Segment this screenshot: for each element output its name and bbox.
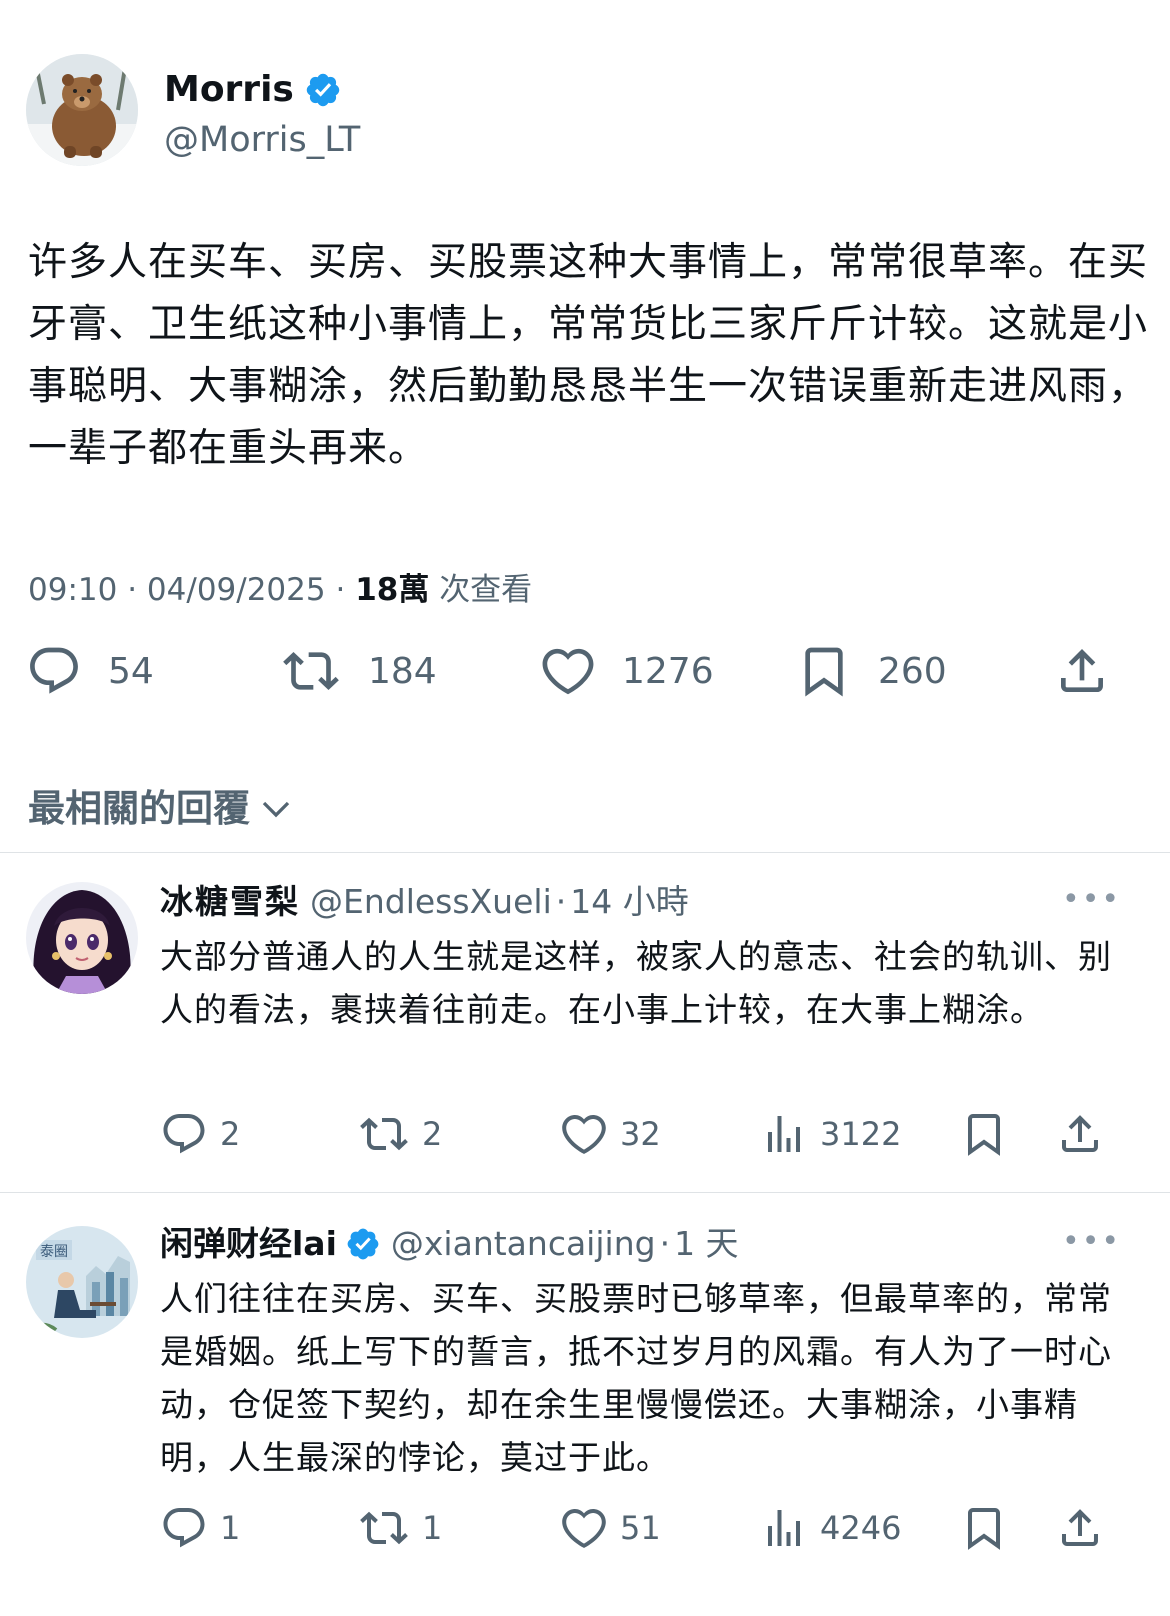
bookmark-icon — [796, 643, 852, 699]
reply-author-name[interactable]: 闲弹财经lai — [160, 1222, 337, 1266]
reply-text: 大部分普通人的人生就是这样，被家人的意志、社会的轨训、别人的看法，裹挟着往前走。… — [160, 937, 1112, 1029]
reply-count: 54 — [108, 650, 154, 692]
reply-avatar[interactable]: 泰圈 — [26, 1226, 138, 1338]
divider — [0, 1192, 1170, 1193]
like-button[interactable]: 1276 — [540, 643, 714, 699]
share-icon — [1054, 643, 1110, 699]
reply-icon — [160, 1110, 208, 1158]
reply-icon — [160, 1504, 208, 1552]
reply-reply-button[interactable]: 1 — [160, 1504, 240, 1552]
bookmark-count: 260 — [878, 650, 947, 692]
retweet-icon — [280, 643, 342, 699]
reply-header: 冰糖雪梨 @EndlessXueli · 14 小時 — [160, 880, 689, 924]
divider — [0, 852, 1170, 853]
retweet-count: 2 — [422, 1115, 443, 1153]
like-count: 1276 — [622, 650, 714, 692]
separator-dot: · — [659, 1224, 671, 1263]
verified-badge-icon — [345, 1226, 381, 1262]
views-count: 18萬 — [355, 572, 430, 608]
views-icon — [760, 1110, 808, 1158]
reply-bookmark-button[interactable] — [960, 1110, 1008, 1158]
more-icon[interactable]: ••• — [1062, 882, 1121, 917]
more-icon[interactable]: ••• — [1062, 1224, 1121, 1259]
retweet-count: 1 — [422, 1509, 443, 1547]
svg-text:泰圈: 泰圈 — [40, 1244, 68, 1260]
reply-icon — [26, 643, 82, 699]
tweet-meta: 09:10 · 04/09/2025 · 18萬 次查看 — [28, 572, 533, 608]
reply-sort-label: 最相關的回覆 — [28, 787, 250, 830]
views-icon — [760, 1504, 808, 1552]
reply-bookmark-button[interactable] — [960, 1504, 1008, 1552]
share-icon — [1056, 1110, 1104, 1158]
views-label: 次查看 — [439, 572, 533, 608]
reply-share-button[interactable] — [1056, 1504, 1104, 1552]
reply-retweet-button[interactable]: 1 — [358, 1504, 442, 1552]
reply-header: 闲弹财经lai @xiantancaijing · 1 天 — [160, 1222, 739, 1266]
reply-views-button[interactable]: 4246 — [760, 1504, 901, 1552]
author-handle[interactable]: @Morris_LT — [164, 116, 360, 164]
bookmark-icon — [960, 1110, 1008, 1158]
reply-like-button[interactable]: 32 — [560, 1110, 661, 1158]
views-count: 4246 — [820, 1509, 902, 1547]
chevron-down-icon — [262, 801, 290, 818]
reply-share-button[interactable] — [1056, 1110, 1104, 1158]
reply-reply-button[interactable]: 2 — [160, 1110, 240, 1158]
bookmark-icon — [960, 1504, 1008, 1552]
retweet-icon — [358, 1110, 410, 1158]
retweet-icon — [358, 1504, 410, 1552]
verified-badge-icon — [304, 71, 342, 109]
retweet-count: 184 — [368, 650, 437, 692]
reply-views-button[interactable]: 3122 — [760, 1110, 901, 1158]
reply-author-name[interactable]: 冰糖雪梨 — [160, 880, 300, 924]
like-icon — [560, 1110, 608, 1158]
reply-author-handle[interactable]: @EndlessXueli — [310, 880, 552, 924]
like-count: 32 — [620, 1115, 661, 1153]
reply-count: 2 — [220, 1115, 241, 1153]
share-button[interactable] — [1054, 643, 1110, 699]
reply-avatar[interactable] — [26, 882, 138, 994]
reply-sort-dropdown[interactable]: 最相關的回覆 — [28, 784, 294, 834]
author-avatar[interactable] — [26, 54, 138, 166]
share-icon — [1056, 1504, 1104, 1552]
reply-button[interactable]: 54 — [26, 643, 154, 699]
bookmark-button[interactable]: 260 — [796, 643, 947, 699]
reply-count: 1 — [220, 1509, 241, 1547]
reply-time[interactable]: 1 天 — [674, 1222, 739, 1266]
reply-text: 人们往往在买房、买车、买股票时已够草率，但最草率的，常常是婚姻。纸上写下的誓言，… — [160, 1279, 1112, 1477]
reply-author-handle[interactable]: @xiantancaijing — [391, 1222, 656, 1266]
reply-retweet-button[interactable]: 2 — [358, 1110, 442, 1158]
like-icon — [540, 643, 596, 699]
reply-like-button[interactable]: 51 — [560, 1504, 661, 1552]
author-name[interactable]: Morris — [164, 66, 342, 114]
views-count: 3122 — [820, 1115, 902, 1153]
tweet-text: 许多人在买车、买房、买股票这种大事情上，常常很草率。在买牙膏、卫生纸这种小事情上… — [28, 240, 1149, 471]
retweet-button[interactable]: 184 — [280, 643, 437, 699]
like-count: 51 — [620, 1509, 661, 1547]
tweet-time[interactable]: 09:10 — [28, 572, 117, 608]
tweet-date[interactable]: 04/09/2025 — [147, 572, 326, 608]
reply-time[interactable]: 14 小時 — [570, 880, 688, 924]
like-icon — [560, 1504, 608, 1552]
author-name-text[interactable]: Morris — [164, 66, 294, 114]
separator-dot: · — [555, 882, 567, 921]
